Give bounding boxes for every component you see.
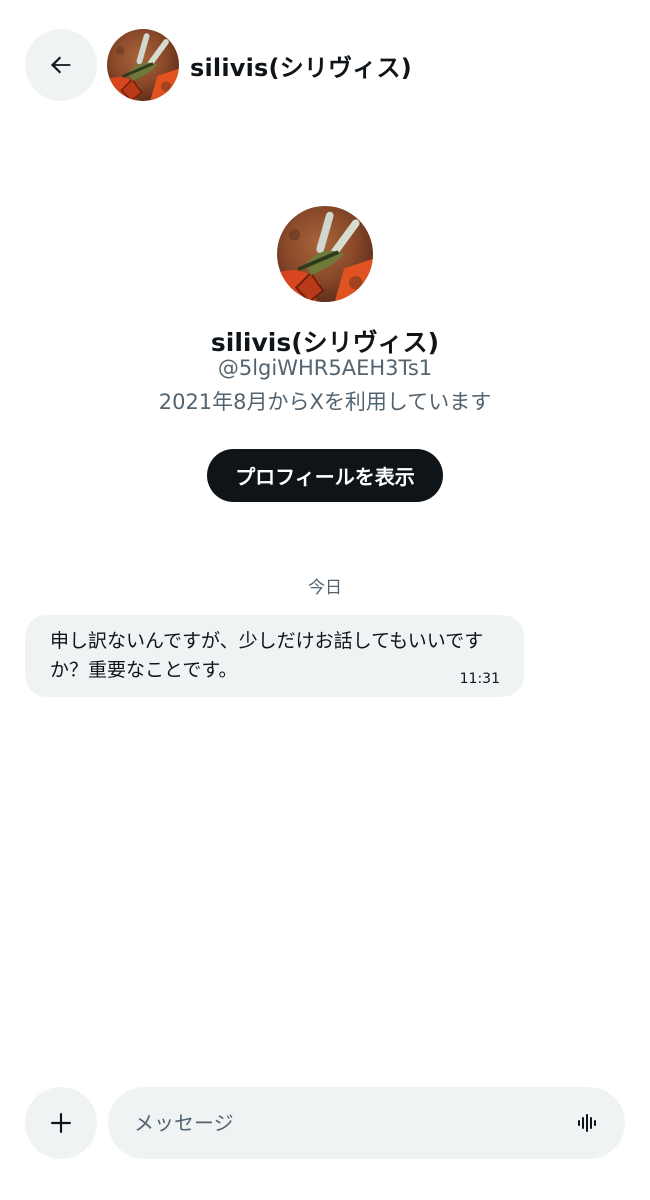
conversation-header: silivis(シリヴィス) (0, 0, 650, 130)
header-avatar[interactable] (107, 29, 179, 101)
message-timestamp: 11:31 (459, 671, 500, 687)
message-input[interactable] (108, 1087, 625, 1159)
profile-joined-date: 2021年8月からXを利用しています (158, 390, 492, 414)
profile-avatar[interactable] (277, 206, 373, 302)
back-button[interactable] (25, 29, 97, 101)
dm-conversation-screen: silivis(シリヴィス) silivis(シリヴィス) @5lgiWHR5A… (0, 0, 650, 1200)
add-attachment-button[interactable] (25, 1087, 97, 1159)
arrow-left-icon (50, 56, 71, 74)
view-profile-button[interactable]: プロフィールを表示 (207, 449, 443, 502)
date-separator: 今日 (308, 578, 342, 598)
voice-message-button[interactable] (573, 1109, 603, 1137)
message-bubble[interactable]: 申し訳ないんですが、少しだけお話してもいいですか？重要なことです。 11:31 (25, 615, 524, 697)
profile-display-name: silivis(シリヴィス) (210, 328, 440, 357)
profile-handle: @5lgiWHR5AEH3Ts1 (217, 356, 433, 380)
message-text: 申し訳ないんですが、少しだけお話してもいいですか？重要なことです。 (50, 630, 484, 681)
avatar-image (277, 206, 373, 302)
plus-icon (51, 1113, 71, 1133)
header-display-name[interactable]: silivis(シリヴィス) (190, 48, 412, 83)
message-composer (0, 1070, 650, 1200)
avatar-image (107, 29, 179, 101)
voice-waveform-icon (578, 1114, 596, 1132)
